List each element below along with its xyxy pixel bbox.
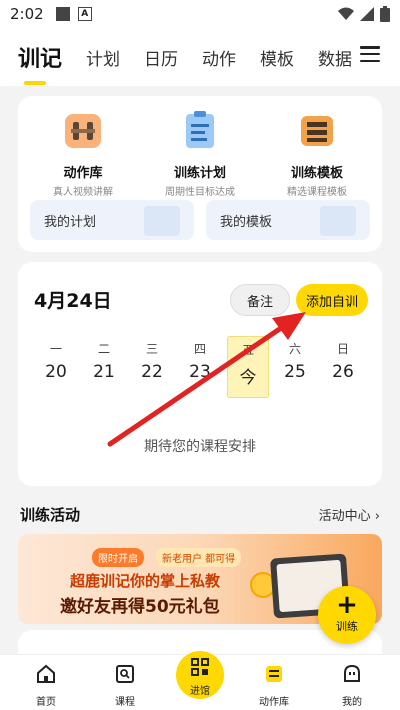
- fab-label: 训练: [336, 620, 358, 633]
- tool-subtitle: 真人视频讲解: [53, 187, 113, 198]
- weekday-label: 六: [288, 342, 301, 356]
- weekday-label: 日: [336, 342, 349, 356]
- tool-subtitle: 精选课程模板: [287, 187, 347, 198]
- banner-tag-limited: 限时开启: [92, 548, 144, 567]
- calendar-day[interactable]: 一 20: [36, 340, 76, 382]
- add-self-training-button[interactable]: 添加自训: [296, 284, 368, 316]
- training-fab[interactable]: + 训练: [318, 586, 376, 644]
- signal-icon: [360, 7, 374, 21]
- clipboard-icon: [186, 111, 214, 148]
- nav-label: 进馆: [190, 686, 210, 697]
- my-template-tile[interactable]: 我的模板: [206, 200, 370, 240]
- nav-move-library[interactable]: 动作库: [244, 663, 304, 708]
- tool-move-library[interactable]: 动作库 真人视频讲解: [28, 108, 138, 198]
- move-library-icon: [266, 666, 282, 682]
- nav-checkin[interactable]: 进馆: [176, 651, 224, 699]
- weekday-label: 二: [97, 342, 110, 356]
- nav-label: 动作库: [259, 697, 289, 708]
- weekday-label: 三: [145, 342, 158, 356]
- stack-template-icon: [301, 116, 333, 146]
- date-title: 4月24日: [34, 290, 112, 312]
- note-button[interactable]: 备注: [230, 284, 290, 316]
- plus-icon: +: [336, 590, 358, 620]
- calendar-day[interactable]: 三 22: [132, 340, 172, 382]
- calendar-day[interactable]: 四 23: [180, 340, 220, 382]
- dumbbell-bench-icon: [65, 114, 101, 148]
- banner-tag-users: 新老用户 都可得: [156, 548, 242, 567]
- banner-subheadline: 邀好友再得50元礼包: [60, 597, 220, 617]
- tab-plan[interactable]: 计划: [86, 45, 120, 70]
- nav-label: 我的: [342, 697, 362, 708]
- profile-icon: [344, 664, 360, 682]
- day-number: 22: [141, 362, 163, 382]
- day-number: 25: [284, 362, 306, 382]
- tab-xunji[interactable]: 训记: [18, 41, 62, 85]
- tab-calendar[interactable]: 日历: [144, 45, 178, 70]
- folder-icon: [144, 206, 180, 236]
- nav-courses[interactable]: 课程: [95, 663, 155, 708]
- tool-title: 训练计划: [173, 166, 226, 181]
- nav-mine[interactable]: 我的: [322, 663, 382, 708]
- empty-schedule-text: 期待您的课程安排: [144, 439, 256, 455]
- banner-headline: 超鹿训记你的掌上私教: [70, 572, 221, 590]
- calendar-day[interactable]: 二 21: [84, 340, 124, 382]
- tab-templates[interactable]: 模板: [260, 45, 294, 70]
- home-icon: [37, 664, 55, 683]
- nav-label: 首页: [36, 697, 56, 708]
- day-number: 23: [189, 362, 211, 382]
- tool-training-plan[interactable]: 训练计划 周期性目标达成: [145, 108, 255, 198]
- calendar-day[interactable]: 六 25: [275, 340, 315, 382]
- my-plan-tile[interactable]: 我的计划: [30, 200, 194, 240]
- tools-card: 动作库 真人视频讲解 训练计划 周期性目标达成 训练模板 精选课程模板 我的计划…: [18, 96, 382, 252]
- weekday-label: 四: [193, 342, 206, 356]
- tab-moves[interactable]: 动作: [202, 45, 236, 70]
- day-number: 今: [239, 368, 257, 388]
- battery-icon: [380, 6, 390, 22]
- day-number: 26: [332, 362, 354, 382]
- tool-subtitle: 周期性目标达成: [165, 187, 235, 198]
- calendar-card: 4月24日 备注 添加自训 一 20 二 21 三 22 四 23 五 今 六 …: [18, 262, 382, 486]
- bottom-nav: 首页 课程 进馆 动作库 我的: [0, 651, 400, 710]
- app-notification-icon: A: [77, 7, 92, 21]
- activities-title: 训练活动: [20, 506, 81, 524]
- my-plan-label: 我的计划: [44, 214, 97, 230]
- document-icon: [320, 206, 356, 236]
- tool-title: 动作库: [63, 166, 103, 181]
- notification-icon: [55, 7, 70, 21]
- tab-data[interactable]: 数据: [318, 45, 352, 70]
- weekday-label: 一: [49, 342, 62, 356]
- course-icon: [116, 665, 134, 683]
- day-number: 20: [45, 362, 67, 382]
- activity-center-link[interactable]: 活动中心 ›: [319, 505, 380, 524]
- weekday-label: 五: [241, 343, 254, 357]
- menu-icon[interactable]: [360, 46, 380, 62]
- wifi-icon: [338, 7, 354, 20]
- tool-training-template[interactable]: 训练模板 精选课程模板: [262, 108, 372, 198]
- nav-label: 课程: [115, 697, 135, 708]
- status-bar: 2:02 A: [0, 0, 400, 28]
- my-template-label: 我的模板: [220, 214, 273, 230]
- day-number: 21: [93, 362, 115, 382]
- calendar-day-today[interactable]: 五 今: [227, 336, 269, 398]
- tool-title: 训练模板: [290, 166, 343, 181]
- qr-code-icon: [191, 658, 209, 676]
- status-time: 2:02: [10, 5, 44, 23]
- top-nav: 训记 计划 日历 动作 模板 数据: [0, 28, 400, 86]
- nav-home[interactable]: 首页: [16, 663, 76, 708]
- calendar-day[interactable]: 日 26: [323, 340, 363, 382]
